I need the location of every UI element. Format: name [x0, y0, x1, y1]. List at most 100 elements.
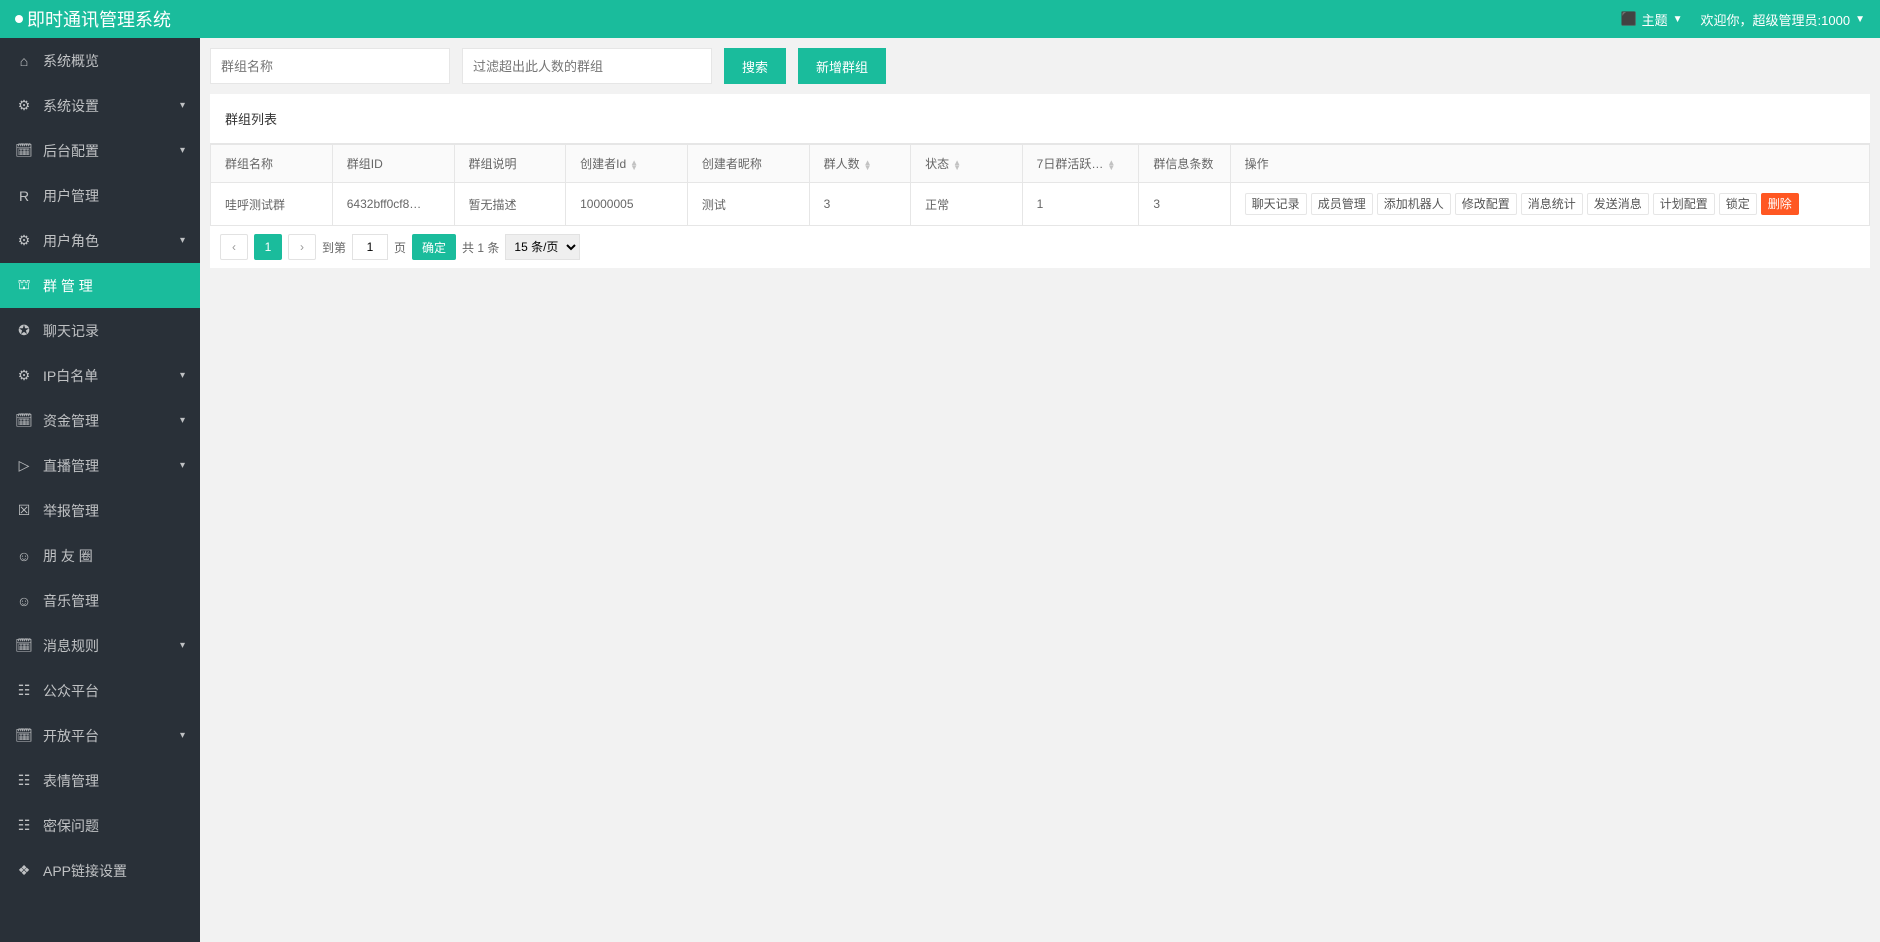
col-status[interactable]: 状态▲▼	[911, 145, 1023, 183]
sort-icon: ▲▼	[1107, 160, 1115, 170]
nav-icon: ☷	[15, 817, 33, 834]
cell-activity: 1	[1022, 183, 1139, 226]
sidebar-item-16[interactable]: ☷表情管理	[0, 758, 200, 803]
chevron-down-icon: ▾	[180, 640, 185, 651]
sidebar-item-5[interactable]: ⛫群 管 理	[0, 263, 200, 308]
col-group-name[interactable]: 群组名称	[211, 145, 333, 183]
nav-label: 密保问题	[43, 816, 99, 836]
nav-icon: ☺	[15, 548, 33, 564]
chevron-down-icon: ▾	[180, 100, 185, 111]
goto-confirm-button[interactable]: 确定	[412, 234, 456, 260]
lock-button[interactable]: 锁定	[1719, 193, 1757, 215]
group-name-input[interactable]	[210, 48, 450, 84]
add-robot-button[interactable]: 添加机器人	[1377, 193, 1451, 215]
nav-icon: 🗓	[15, 637, 33, 654]
sidebar-item-13[interactable]: 🗓 消息规则 ▾	[0, 623, 200, 668]
cell-id: 6432bff0cf8…	[332, 183, 454, 226]
col-group-desc[interactable]: 群组说明	[454, 145, 566, 183]
nav-icon: ☷	[15, 682, 33, 699]
nav-label: 开放平台	[43, 726, 99, 746]
col-group-id[interactable]: 群组ID	[332, 145, 454, 183]
nav-label: 资金管理	[43, 411, 99, 431]
search-bar: 搜索 新增群组	[210, 48, 1870, 84]
sidebar-item-17[interactable]: ☷ 密保问题	[0, 803, 200, 848]
nav-label: 公众平台	[43, 681, 99, 701]
app-title: 即时通讯管理系统	[27, 6, 171, 32]
chevron-down-icon: ▼	[1673, 14, 1683, 25]
msg-stats-button[interactable]: 消息统计	[1521, 193, 1583, 215]
main-content: 搜索 新增群组 群组列表 群组名称 群组ID 群组说明 创建者Id▲▼ 创建者昵…	[200, 38, 1880, 942]
sidebar-item-10[interactable]: ☒举报管理	[0, 488, 200, 533]
sidebar-item-3[interactable]: R用户管理	[0, 173, 200, 218]
next-page-button[interactable]: ›	[288, 234, 316, 260]
member-mgmt-button[interactable]: 成员管理	[1311, 193, 1373, 215]
theme-selector[interactable]: ⬛ 主题 ▼	[1620, 10, 1682, 29]
nav-icon: ✪	[15, 322, 33, 339]
page-1-button[interactable]: 1	[254, 234, 282, 260]
col-msg-count[interactable]: 群信息条数	[1139, 145, 1230, 183]
sidebar-item-18[interactable]: ❖ APP链接设置	[0, 848, 200, 893]
page-unit-label: 页	[394, 239, 406, 256]
sidebar-item-12[interactable]: ☺音乐管理	[0, 578, 200, 623]
sidebar-item-15[interactable]: 🗓开放平台▾	[0, 713, 200, 758]
goto-label: 到第	[322, 239, 346, 256]
sort-icon: ▲▼	[864, 160, 872, 170]
chat-log-button[interactable]: 聊天记录	[1245, 193, 1307, 215]
col-creator-id[interactable]: 创建者Id▲▼	[566, 145, 688, 183]
sidebar-item-7[interactable]: ⚙IP白名单▾	[0, 353, 200, 398]
filter-count-input[interactable]	[462, 48, 712, 84]
nav-icon: ⚙	[15, 97, 33, 114]
nav-label: 系统设置	[43, 96, 99, 116]
total-label: 共 1 条	[462, 239, 499, 256]
nav-icon: ❖	[15, 862, 33, 879]
sidebar-item-14[interactable]: ☷ 公众平台	[0, 668, 200, 713]
nav-label: 朋 友 圈	[43, 546, 93, 566]
sidebar-item-4[interactable]: ⚙用户角色▾	[0, 218, 200, 263]
sidebar-item-6[interactable]: ✪聊天记录	[0, 308, 200, 353]
sidebar-item-0[interactable]: ⌂ 系统概览	[0, 38, 200, 83]
nav-icon: 🗓	[15, 142, 33, 159]
table-scroll[interactable]: 群组名称 群组ID 群组说明 创建者Id▲▼ 创建者昵称 群人数▲▼ 状态▲▼ …	[210, 143, 1870, 226]
sidebar-item-8[interactable]: 🗓资金管理▾	[0, 398, 200, 443]
nav-label: 后台配置	[43, 141, 99, 161]
nav-icon: ☷	[15, 772, 33, 789]
nav-icon: ⚙	[15, 367, 33, 384]
col-member-count[interactable]: 群人数▲▼	[809, 145, 910, 183]
nav-icon: ⌂	[15, 53, 33, 69]
cell-name: 哇呼测试群	[211, 183, 333, 226]
delete-button[interactable]: 删除	[1761, 193, 1799, 215]
header: 即时通讯管理系统 ⬛ 主题 ▼ 欢迎你，超级管理员:1000 ▼	[0, 0, 1880, 38]
send-msg-button[interactable]: 发送消息	[1587, 193, 1649, 215]
col-activity[interactable]: 7日群活跃…▲▼	[1022, 145, 1139, 183]
plan-config-button[interactable]: 计划配置	[1653, 193, 1715, 215]
cell-msg_count: 3	[1139, 183, 1230, 226]
goto-page-input[interactable]	[352, 234, 388, 260]
cell-status: 正常	[911, 183, 1023, 226]
cell-creator_id: 10000005	[566, 183, 688, 226]
nav-label: 群 管 理	[43, 276, 93, 296]
chevron-down-icon: ▼	[1855, 14, 1865, 25]
nav-icon: ⚙	[15, 232, 33, 249]
search-button[interactable]: 搜索	[724, 48, 786, 84]
nav-label: APP链接设置	[43, 861, 127, 881]
logo: 即时通讯管理系统	[15, 6, 171, 32]
sidebar-item-2[interactable]: 🗓后台配置▾	[0, 128, 200, 173]
per-page-select[interactable]: 15 条/页	[505, 234, 580, 260]
nav-label: 系统概览	[43, 51, 99, 71]
nav-icon: R	[15, 188, 33, 204]
sidebar-item-11[interactable]: ☺ 朋 友 圈	[0, 533, 200, 578]
nav-label: 直播管理	[43, 456, 99, 476]
chevron-down-icon: ▾	[180, 730, 185, 741]
prev-page-button[interactable]: ‹	[220, 234, 248, 260]
sidebar-item-1[interactable]: ⚙ 系统设置 ▾	[0, 83, 200, 128]
sort-icon: ▲▼	[630, 160, 638, 170]
nav-label: 消息规则	[43, 636, 99, 656]
col-creator-name[interactable]: 创建者昵称	[687, 145, 809, 183]
col-actions: 操作	[1230, 145, 1869, 183]
modify-config-button[interactable]: 修改配置	[1455, 193, 1517, 215]
add-group-button[interactable]: 新增群组	[798, 48, 886, 84]
user-menu[interactable]: 欢迎你，超级管理员:1000 ▼	[1701, 10, 1865, 29]
sidebar-item-9[interactable]: ▷直播管理▾	[0, 443, 200, 488]
chevron-down-icon: ▾	[180, 460, 185, 471]
nav-label: 举报管理	[43, 501, 99, 521]
